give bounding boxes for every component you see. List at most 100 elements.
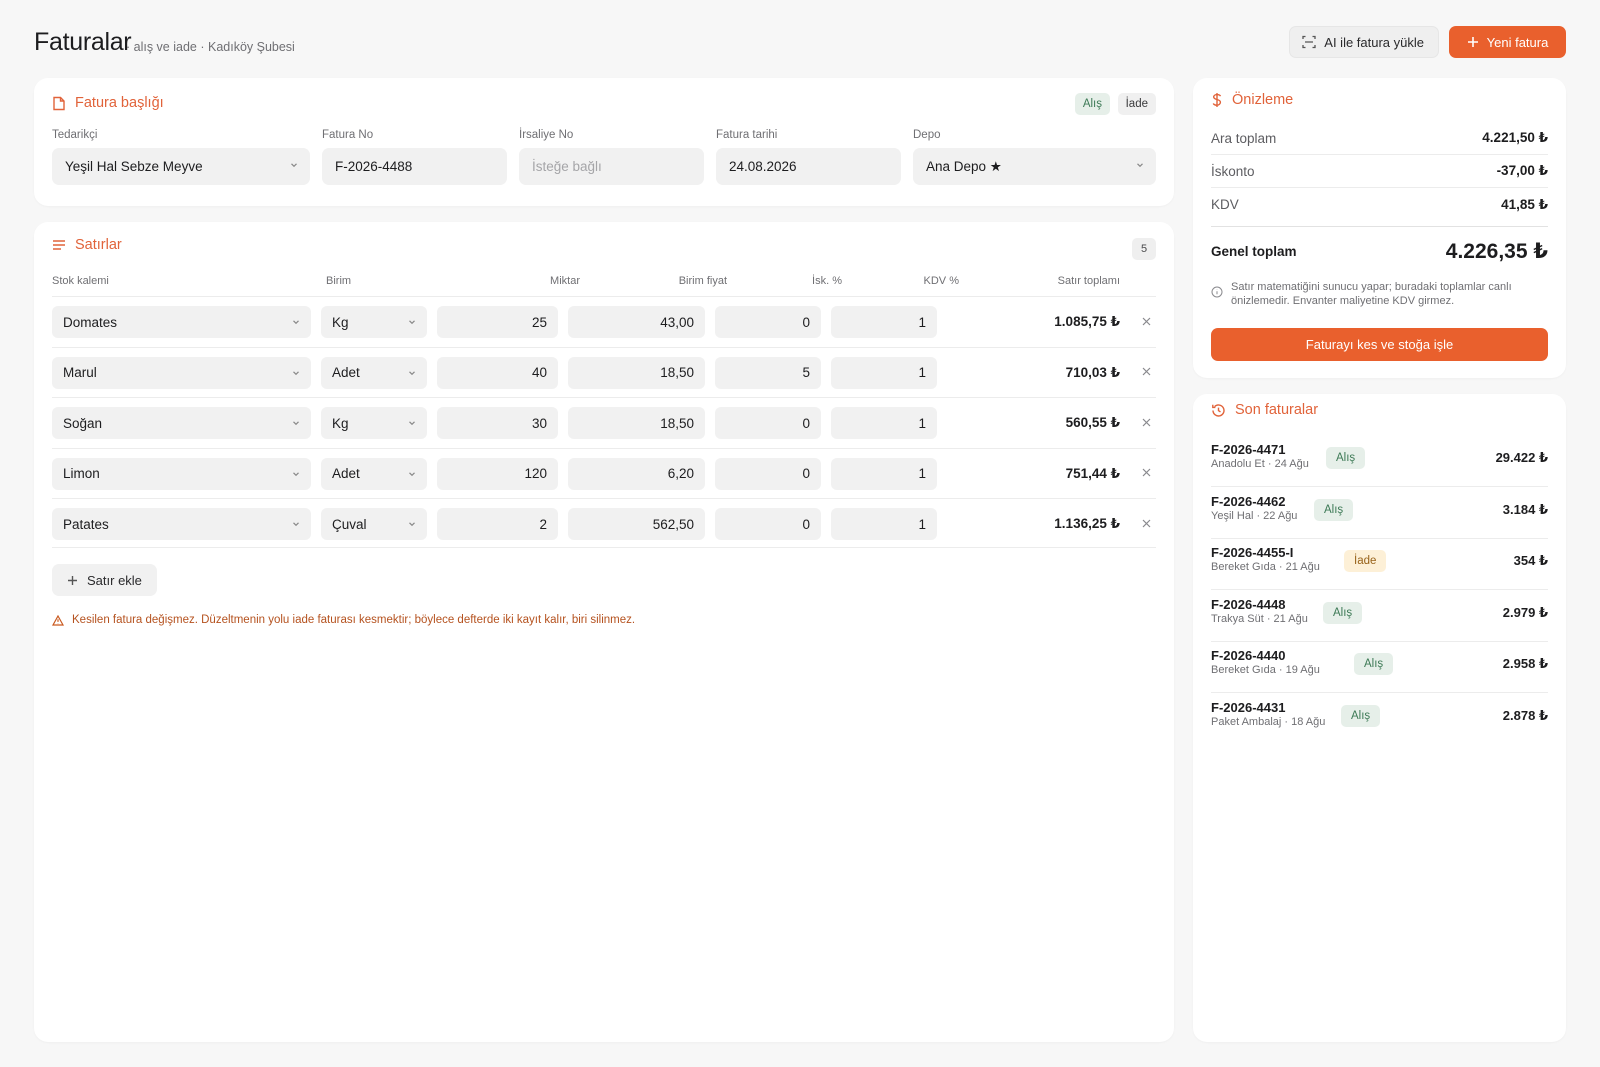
unit-price-input[interactable]: 562,50: [568, 508, 705, 540]
waybill-no-input[interactable]: İsteğe bağlı: [519, 148, 704, 185]
scan-icon: [1302, 35, 1316, 49]
recent-invoice-meta: Trakya Süt · 21 Ağu: [1211, 612, 1308, 625]
invoice-header-card: Fatura başlığı Alış İade Tedarikçi Yeşil…: [34, 78, 1174, 206]
stock-item-select[interactable]: Soğan: [52, 407, 311, 439]
unit-price-input[interactable]: 43,00: [568, 306, 705, 338]
stock-item-select[interactable]: Patates: [52, 508, 311, 540]
col-header-price: Birim fiyat: [678, 275, 727, 287]
grand-total-value: 4.226,35 ₺: [1445, 239, 1548, 263]
vat-input[interactable]: 1: [831, 457, 937, 490]
discount-input[interactable]: 0: [715, 508, 821, 540]
add-row-button[interactable]: Satır ekle: [52, 564, 157, 596]
invoice-date-value: 24.08.2026: [729, 159, 797, 174]
unit-price-input[interactable]: 18,50: [568, 407, 705, 439]
vat-input[interactable]: 1: [831, 508, 937, 540]
quantity-input[interactable]: 120: [437, 457, 558, 490]
file-icon: [53, 96, 65, 110]
unit-select[interactable]: Kg: [321, 407, 427, 439]
recent-invoice-item[interactable]: F-2026-4431 Paket Ambalaj · 18 Ağu Alış 2.8…: [1211, 692, 1548, 745]
waybill-no-placeholder: İsteğe bağlı: [532, 159, 602, 174]
recent-invoice-type-badge: Alış: [1341, 704, 1381, 727]
discount-input[interactable]: 0: [715, 457, 821, 490]
lines-title-text: Satırlar: [75, 237, 122, 253]
invoice-no-label: Fatura No: [322, 129, 374, 141]
recent-invoice-item[interactable]: F-2026-4455-I Bereket Gıda · 21 Ağu İade 35…: [1211, 537, 1548, 590]
remove-row-button[interactable]: [1136, 311, 1156, 331]
subtotal-row: Ara toplam 4.221,50 ₺: [1211, 122, 1548, 155]
vat-input[interactable]: 1: [831, 407, 937, 439]
warning-icon: [52, 614, 64, 626]
recent-invoice-item[interactable]: F-2026-4471 Anadolu Et · 24 Ağu Alış 29.422…: [1211, 434, 1548, 487]
unit-price-input[interactable]: 6,20: [568, 457, 705, 490]
warehouse-value: Ana Depo ★: [926, 158, 1002, 174]
quantity-input[interactable]: 2: [437, 508, 558, 540]
remove-row-button[interactable]: [1136, 362, 1156, 382]
unit-select[interactable]: Çuval: [321, 508, 427, 540]
quantity-input[interactable]: 40: [437, 356, 558, 389]
commit-invoice-button[interactable]: Faturayı kes ve stoğa işle: [1211, 328, 1548, 361]
unit-select[interactable]: Adet: [321, 457, 427, 490]
ai-upload-button[interactable]: AI ile fatura yükle: [1289, 26, 1439, 58]
recent-invoice-item[interactable]: F-2026-4448 Trakya Süt · 21 Ağu Alış 2.979 …: [1211, 589, 1548, 642]
quantity-input[interactable]: 30: [437, 407, 558, 439]
recent-title-text: Son faturalar: [1235, 402, 1319, 418]
type-iade-toggle[interactable]: İade: [1117, 93, 1156, 115]
unit-price-input[interactable]: 18,50: [568, 356, 705, 389]
vat-input[interactable]: 1: [831, 356, 937, 389]
remove-row-button[interactable]: [1136, 412, 1156, 432]
remove-row-button[interactable]: [1136, 463, 1156, 483]
invoice-date-input[interactable]: 24.08.2026: [716, 148, 901, 185]
row-total: 1.085,75 ₺: [1054, 314, 1120, 329]
preview-title-text: Önizleme: [1232, 92, 1294, 108]
ai-upload-label: AI ile fatura yükle: [1324, 34, 1424, 50]
recent-invoice-item[interactable]: F-2026-4462 Yeşil Hal · 22 Ağu Alış 3.184 ₺: [1211, 486, 1548, 539]
subtotal-label: Ara toplam: [1211, 130, 1277, 146]
stock-item-select[interactable]: Domates: [52, 306, 311, 338]
remove-row-button[interactable]: [1136, 513, 1156, 533]
unit-select[interactable]: Kg: [321, 306, 427, 338]
discount-input[interactable]: 0: [715, 306, 821, 338]
close-icon: [1142, 367, 1150, 376]
close-icon: [1142, 317, 1150, 325]
subtotal-value: 4.221,50 ₺: [1482, 130, 1548, 145]
chevron-down-icon: [293, 320, 299, 325]
recent-invoice-type-badge: Alış: [1354, 653, 1394, 675]
stock-item-select[interactable]: Limon: [52, 457, 311, 490]
supplier-value: Yeşil Hal Sebze Meyve: [65, 159, 203, 174]
vat-value: 41,85 ₺: [1501, 196, 1548, 212]
discount-input[interactable]: 5: [715, 356, 821, 389]
recent-invoice-no: F-2026-4440: [1211, 648, 1286, 663]
row-total: 560,55 ₺: [1065, 415, 1120, 430]
unit-select[interactable]: Adet: [321, 356, 427, 389]
recent-invoice-amount: 2.958 ₺: [1502, 656, 1548, 671]
warehouse-select[interactable]: Ana Depo ★: [913, 148, 1156, 185]
line-row: Patates Çuval 2 562,50 0 1 1.136,25 ₺: [52, 498, 1156, 548]
chevron-down-icon: [409, 320, 415, 325]
chevron-down-icon: [1137, 163, 1143, 168]
supplier-select[interactable]: Yeşil Hal Sebze Meyve: [52, 148, 310, 185]
vat-input[interactable]: 1: [831, 306, 937, 338]
recent-invoice-item[interactable]: F-2026-4440 Bereket Gıda · 19 Ağu Alış 2.95…: [1211, 640, 1548, 693]
warehouse-label: Depo: [913, 129, 941, 141]
chevron-down-icon: [409, 522, 415, 527]
vat-label: KDV: [1211, 197, 1239, 212]
type-alis-toggle[interactable]: Alış: [1074, 93, 1110, 115]
stock-item-select[interactable]: Marul: [52, 356, 311, 389]
list-icon: [53, 240, 65, 250]
recent-invoice-amount: 29.422 ₺: [1495, 450, 1548, 465]
close-icon: [1142, 418, 1150, 426]
invoice-date-label: Fatura tarihi: [716, 129, 778, 141]
top-bar: Faturalar · alış ve iade · Kadıköy Şubes…: [34, 24, 1566, 60]
recent-invoices-card: Son faturalar F-2026-4471 Anadolu Et · 24…: [1193, 394, 1566, 1042]
chevron-down-icon: [409, 471, 415, 476]
quantity-input[interactable]: 25: [437, 306, 558, 338]
stock-item-value: Limon: [63, 466, 100, 481]
chevron-down-icon: [291, 163, 297, 168]
discount-input[interactable]: 0: [715, 407, 821, 439]
recent-invoice-amount: 2.979 ₺: [1502, 604, 1548, 620]
discount-value: -37,00 ₺: [1496, 163, 1548, 178]
recent-invoice-amount: 354 ₺: [1513, 553, 1548, 568]
new-invoice-button[interactable]: Yeni fatura: [1449, 26, 1566, 58]
invoice-no-input[interactable]: F-2026-4488: [322, 148, 507, 185]
page-subtitle: · alış ve iade · Kadıköy Şubesi: [126, 40, 295, 54]
